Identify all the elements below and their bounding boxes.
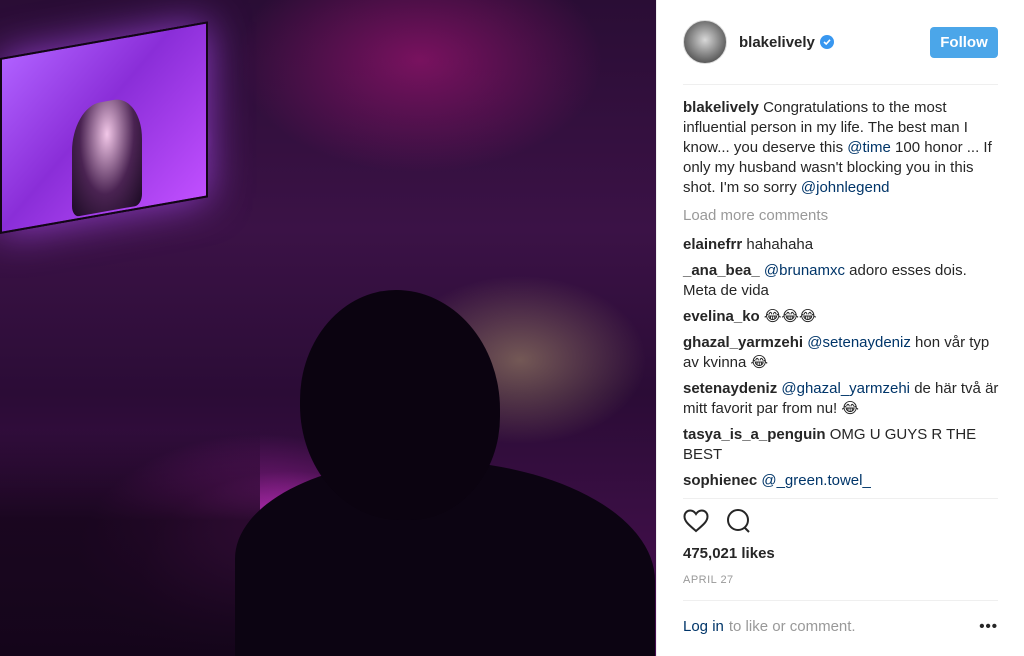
- caption-username[interactable]: blakelively: [683, 99, 759, 116]
- caption-mention-2[interactable]: @johnlegend: [801, 179, 890, 196]
- comment-mention[interactable]: @setenaydeniz: [807, 334, 911, 351]
- comment-text: hahahaha: [746, 236, 814, 253]
- comment-mention[interactable]: @brunamxc: [764, 262, 845, 279]
- username-link[interactable]: blakelively: [739, 34, 815, 51]
- post-author: blakelively: [739, 34, 834, 51]
- comment-text: 😂😂😂: [763, 308, 817, 325]
- video-screen: [0, 21, 208, 234]
- crowd: [0, 430, 260, 656]
- comment-item: ghazal_yarmzehi @setenaydeniz hon vår ty…: [683, 333, 1003, 373]
- comment-item: _ana_bea_ @brunamxc adoro esses dois. Me…: [683, 261, 1003, 301]
- likes-count[interactable]: 475,021 likes: [683, 545, 775, 562]
- comment-username[interactable]: sophienec: [683, 472, 757, 489]
- comment-username[interactable]: ghazal_yarmzehi: [683, 334, 803, 351]
- comment-mention[interactable]: @ghazal_yarmzehi: [781, 380, 910, 397]
- comment-mention[interactable]: @_green.towel_: [761, 472, 870, 489]
- avatar[interactable]: [683, 20, 727, 64]
- comment-item: tasya_is_a_penguin OMG U GUYS R THE BEST: [683, 425, 1003, 465]
- comment-bubble-icon[interactable]: [725, 508, 751, 539]
- comment-item: evelina_ko 😂😂😂: [683, 307, 1003, 327]
- verified-badge-icon: [819, 35, 834, 49]
- load-more-comments-button[interactable]: Load more comments: [683, 206, 1003, 226]
- post-actions: [683, 508, 751, 539]
- caption: blakelively Congratulations to the most …: [683, 98, 1003, 198]
- post-side-panel: blakelively Follow blakelively Congratul…: [656, 0, 1024, 656]
- footer-divider: [683, 600, 998, 601]
- post-photo[interactable]: [0, 0, 656, 656]
- comment-username[interactable]: _ana_bea_: [683, 262, 760, 279]
- follow-button[interactable]: Follow: [930, 26, 998, 58]
- comment-item: setenaydeniz @ghazal_yarmzehi de här två…: [683, 379, 1003, 419]
- login-footer: Log in to like or comment. •••: [683, 614, 998, 638]
- screen-figure: [72, 94, 142, 218]
- comment-username[interactable]: tasya_is_a_penguin: [683, 426, 826, 443]
- post-header: blakelively Follow: [683, 18, 998, 66]
- login-prompt-text: to like or comment.: [728, 617, 856, 635]
- comment-item: elainefrr hahahaha: [683, 235, 1003, 255]
- actions-divider: [683, 498, 998, 499]
- header-divider: [683, 84, 998, 85]
- comments-list: blakelively Congratulations to the most …: [683, 98, 1003, 497]
- post-date: APRIL 27: [683, 574, 734, 586]
- caption-mention-1[interactable]: @time: [847, 139, 891, 156]
- comment-username[interactable]: evelina_ko: [683, 308, 760, 325]
- more-options-icon[interactable]: •••: [979, 618, 998, 635]
- comment-username[interactable]: elainefrr: [683, 236, 742, 253]
- comment-item: sophienec @_green.towel_: [683, 471, 1003, 491]
- heart-icon[interactable]: [683, 509, 709, 538]
- comment-username[interactable]: setenaydeniz: [683, 380, 777, 397]
- login-link[interactable]: Log in: [683, 618, 724, 635]
